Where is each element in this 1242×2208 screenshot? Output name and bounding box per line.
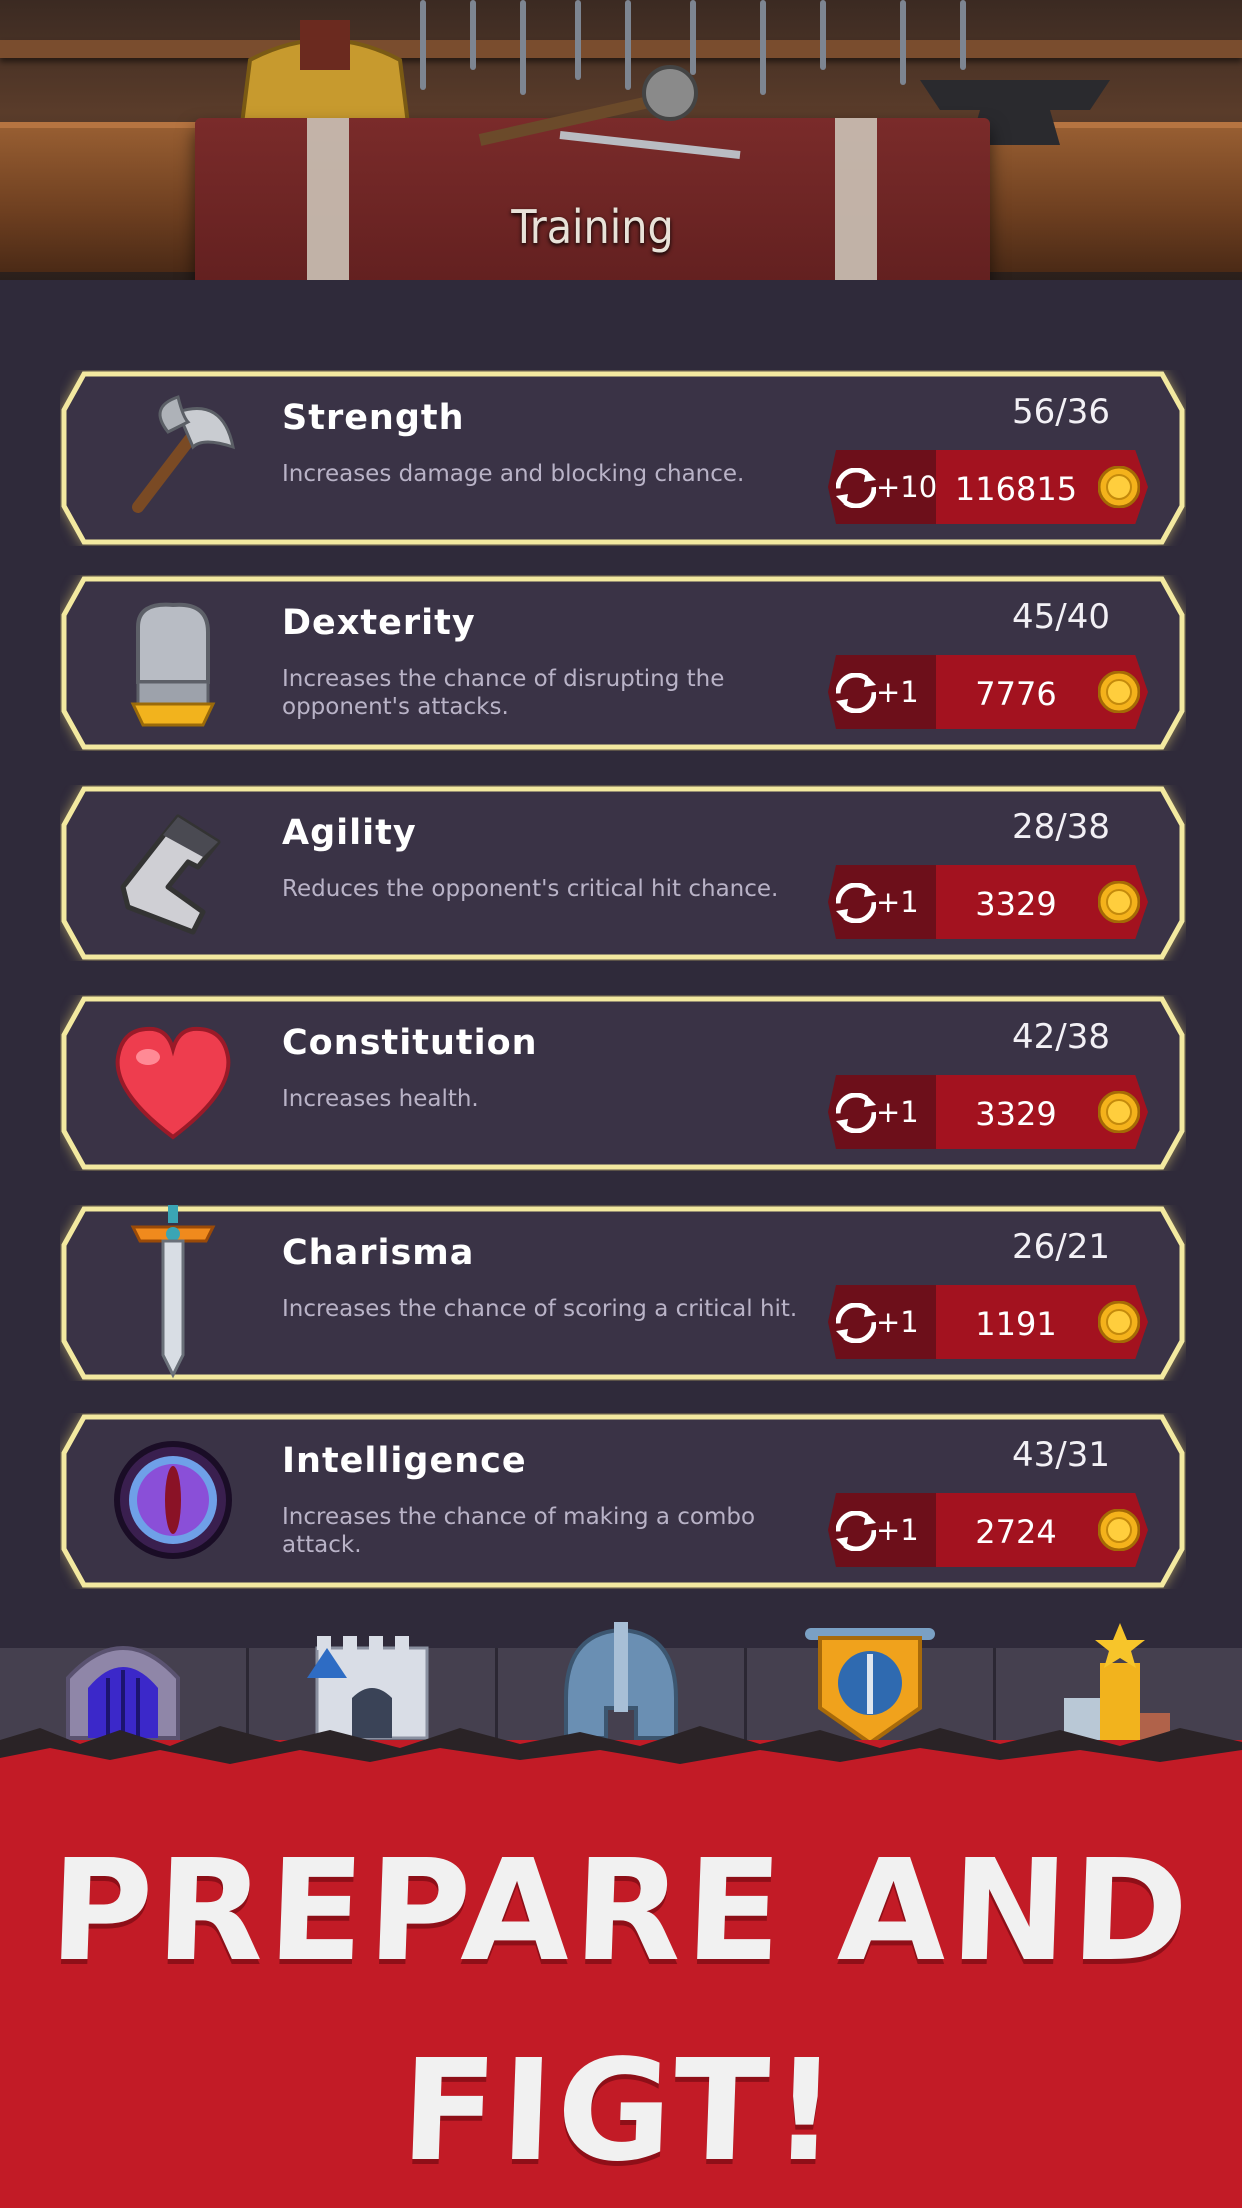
stat-card-agility: Agility Reduces the opponent's critical h… xyxy=(60,785,1186,961)
stat-card-charisma: Charisma Increases the chance of scoring … xyxy=(60,1205,1186,1381)
upgrade-button[interactable]: +1 3329 xyxy=(828,865,1148,939)
upgrade-button[interactable]: +10 116815 xyxy=(828,450,1148,524)
increment-value: +1 xyxy=(876,1095,919,1129)
stat-card-strength: Strength Increases damage and blocking ch… xyxy=(60,370,1186,546)
stat-description: Increases damage and blocking chance. xyxy=(282,461,745,487)
stat-name: Strength xyxy=(282,398,465,438)
heart-icon xyxy=(115,1026,231,1140)
stat-description: Increases the chance of making a combo a… xyxy=(282,1504,756,1558)
cost-value: 7776 xyxy=(975,675,1057,713)
cost-value: 2724 xyxy=(975,1513,1057,1551)
stat-description: Reduces the opponent's critical hit chan… xyxy=(282,876,779,902)
stat-level: 56/36 xyxy=(1012,392,1110,432)
stat-name: Agility xyxy=(282,813,417,853)
coin-icon xyxy=(1098,881,1140,923)
torn-edge xyxy=(0,1726,1242,1780)
stat-level: 42/38 xyxy=(1012,1017,1110,1057)
stat-description: Increases the chance of scoring a critic… xyxy=(282,1296,798,1322)
axe-icon xyxy=(132,395,235,513)
boot-icon xyxy=(120,814,221,935)
refresh-icon xyxy=(836,1511,876,1551)
eye-icon xyxy=(114,1441,232,1559)
stat-description: Increases the chance of disrupting the o… xyxy=(282,666,725,720)
cost-value: 3329 xyxy=(975,885,1057,923)
stat-name: Charisma xyxy=(282,1233,475,1273)
page-title: Training xyxy=(511,200,674,254)
refresh-icon xyxy=(836,1303,876,1343)
hanging-tool xyxy=(760,0,766,95)
hanging-tool xyxy=(820,0,826,70)
hanging-tool xyxy=(900,0,906,85)
stat-name: Constitution xyxy=(282,1023,538,1063)
cost-value: 1191 xyxy=(975,1305,1057,1343)
increment-value: +1 xyxy=(876,885,919,919)
stat-name: Intelligence xyxy=(282,1441,527,1481)
stat-level: 28/38 xyxy=(1012,807,1110,847)
upgrade-button[interactable]: +1 1191 xyxy=(828,1285,1148,1359)
sword-icon xyxy=(130,1205,216,1379)
shop-background: Training xyxy=(0,0,1242,280)
coin-icon xyxy=(1098,1301,1140,1343)
stat-level: 43/31 xyxy=(1012,1435,1110,1475)
stat-description: Increases health. xyxy=(282,1086,479,1112)
refresh-icon xyxy=(836,1093,876,1133)
increment-value: +1 xyxy=(876,675,919,709)
upgrade-button[interactable]: +1 3329 xyxy=(828,1075,1148,1149)
stat-card-dexterity: Dexterity Increases the chance of disrupt… xyxy=(60,575,1186,751)
stat-level: 45/40 xyxy=(1012,597,1110,637)
cost-value: 3329 xyxy=(975,1095,1057,1133)
coin-icon xyxy=(1098,466,1140,508)
gauntlet-icon xyxy=(130,602,216,727)
increment-value: +10 xyxy=(876,470,938,504)
refresh-icon xyxy=(836,673,876,713)
stat-name: Dexterity xyxy=(282,603,476,643)
stat-level: 26/21 xyxy=(1012,1227,1110,1267)
cost-value: 116815 xyxy=(954,470,1078,508)
coin-icon xyxy=(1098,671,1140,713)
upgrade-button[interactable]: +1 7776 xyxy=(828,655,1148,729)
promo-line-2: FIGT! xyxy=(398,2030,844,2193)
upgrade-button[interactable]: +1 2724 xyxy=(828,1493,1148,1567)
stat-card-intelligence: Intelligence Increases the chance of maki… xyxy=(60,1413,1186,1589)
increment-value: +1 xyxy=(876,1305,919,1339)
refresh-icon xyxy=(836,468,876,508)
mace-icon xyxy=(478,65,741,159)
increment-value: +1 xyxy=(876,1513,919,1547)
promo-line-1: PREPARE AND xyxy=(47,1830,1195,1993)
promo-banner: PREPARE AND FIGT! xyxy=(0,1726,1242,2208)
coin-icon xyxy=(1098,1509,1140,1551)
refresh-icon xyxy=(836,883,876,923)
coin-icon xyxy=(1098,1091,1140,1133)
stat-card-constitution: Constitution Increases health. 42/38 +1 3329 xyxy=(60,995,1186,1171)
